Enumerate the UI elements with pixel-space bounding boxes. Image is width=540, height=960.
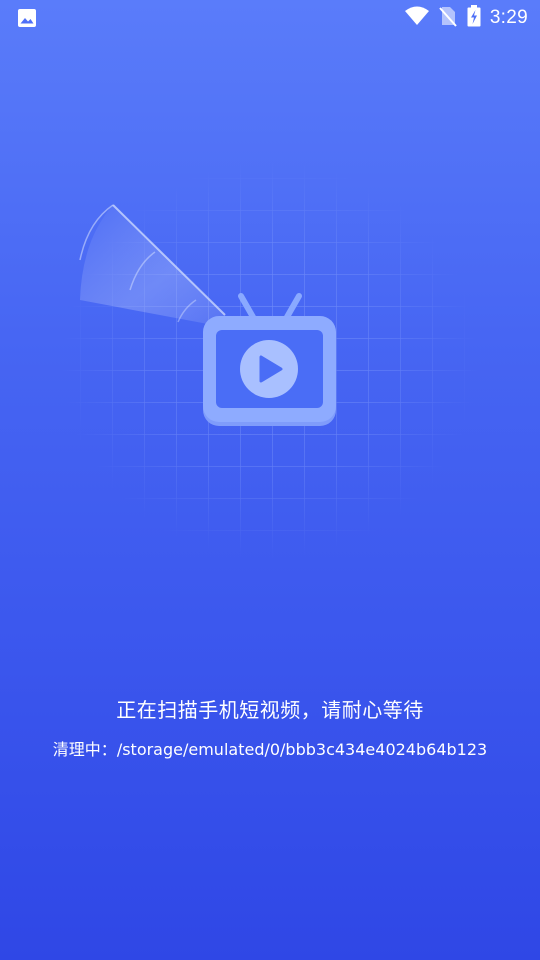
no-sim-icon	[438, 5, 458, 31]
scan-current-path: 清理中：/storage/emulated/0/bbb3c434e4024b64…	[0, 736, 540, 760]
image-notification-icon	[17, 8, 37, 32]
scan-illustration	[60, 160, 480, 560]
wifi-icon	[404, 5, 430, 31]
scan-status-title: 正在扫描手机短视频，请耐心等待	[116, 698, 424, 722]
scan-path-value: /storage/emulated/0/bbb3c434e4024b64b123	[116, 740, 488, 759]
battery-charging-icon	[466, 4, 482, 32]
scan-path-label: 清理中：	[52, 740, 117, 759]
status-time: 3:29	[489, 7, 528, 28]
status-bar: 3:29	[0, 0, 540, 36]
